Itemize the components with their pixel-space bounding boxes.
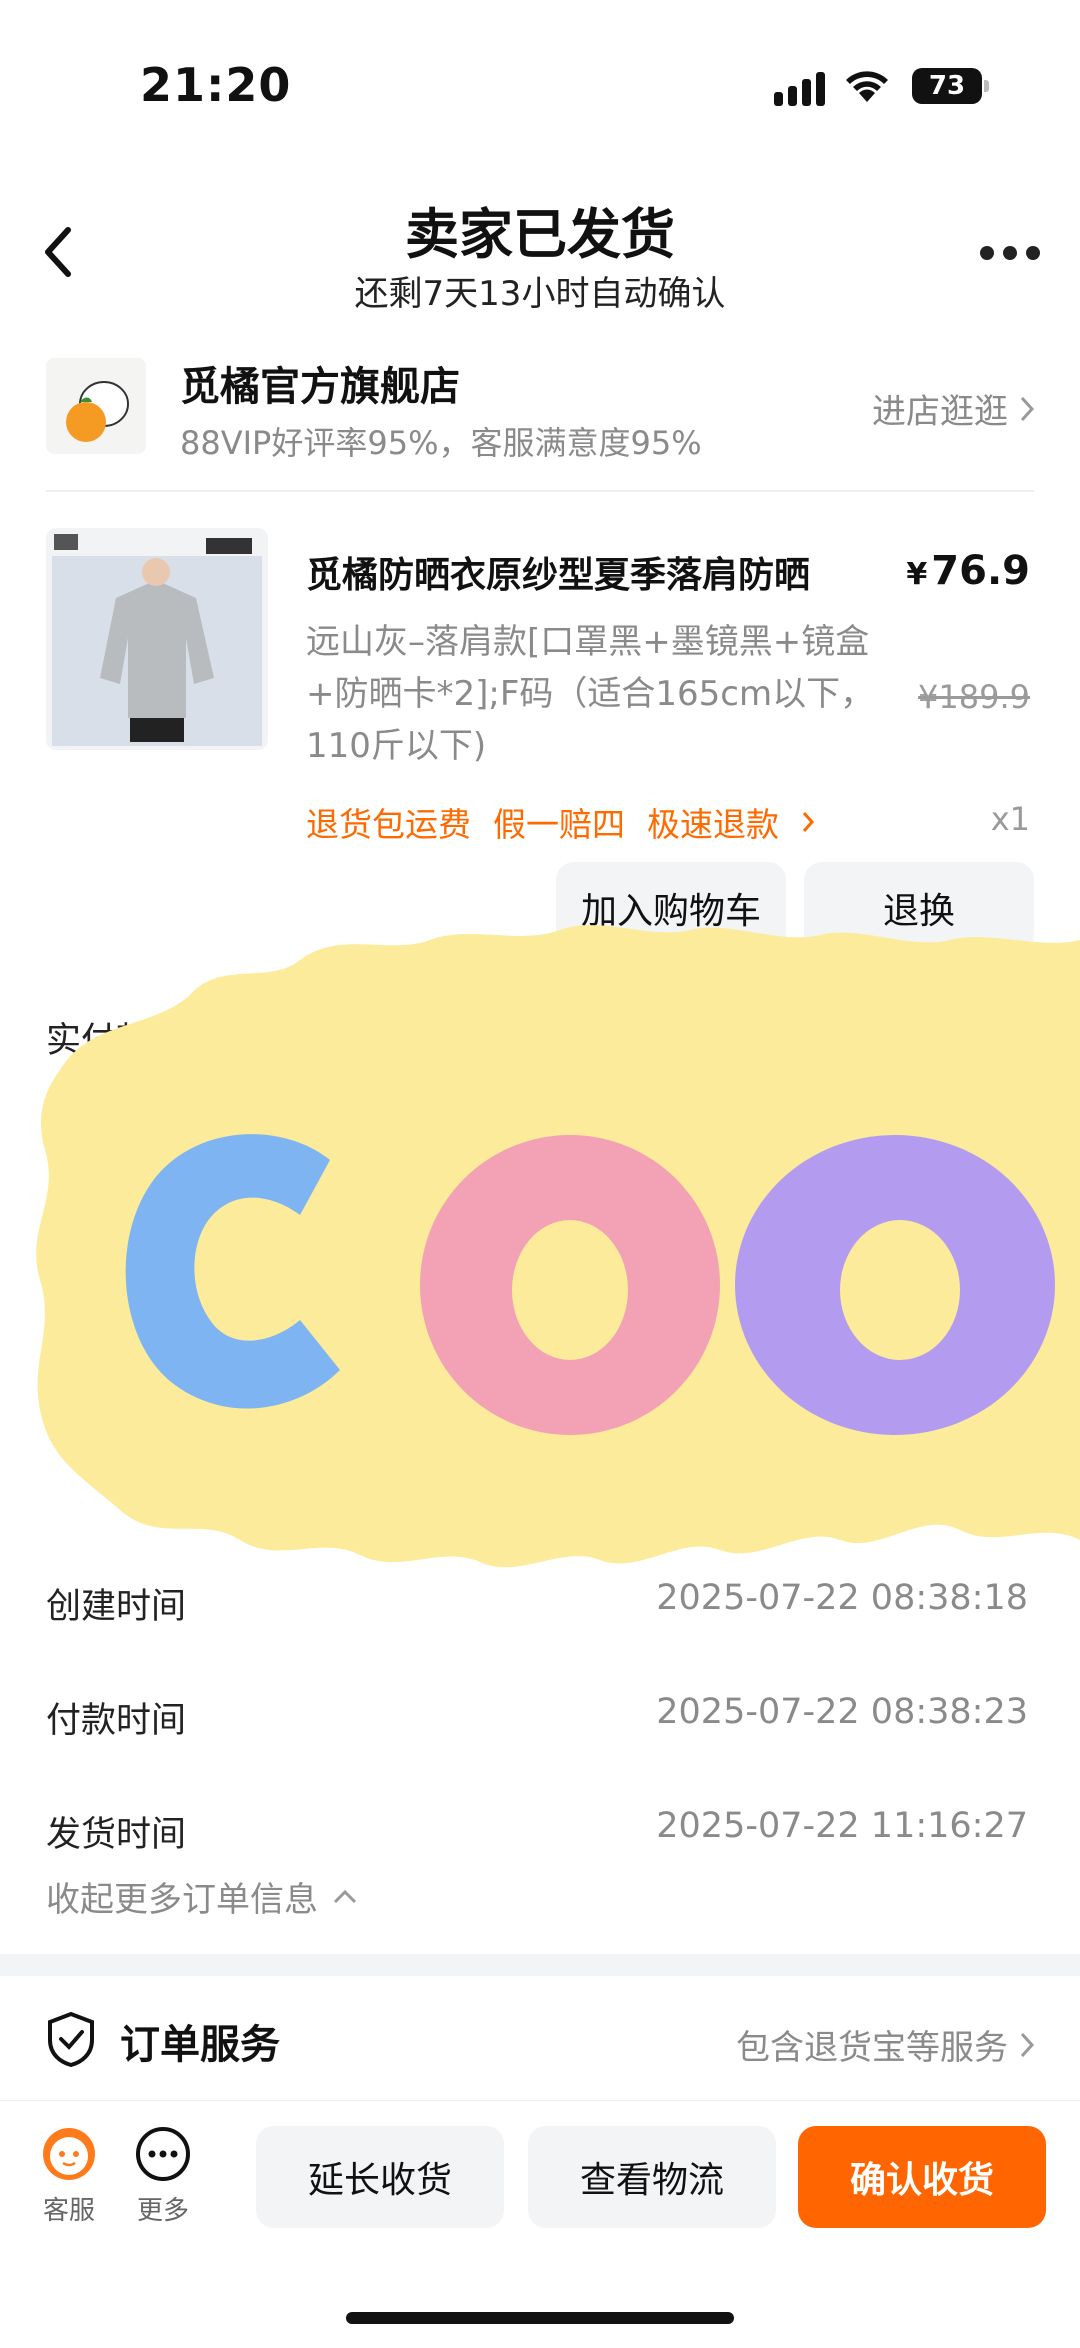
product-image[interactable] [46,528,268,750]
battery-indicator: 73 [912,68,989,104]
product-quantity: x1 [990,800,1030,838]
created-time-value: 2025-07-22 08:38:18 [656,1578,1028,1618]
store-rating: 88VIP好评率95%，客服满意度95% [180,424,702,462]
view-logistics-button[interactable]: 查看物流 [528,2126,776,2228]
paid-amount-text: 实付款 [46,1021,152,1061]
paid-amount-label[interactable]: 实付款 [46,1012,194,1063]
currency-symbol: ¥ [906,557,928,592]
orange-mascot-icon [66,381,129,442]
chevron-right-icon [802,812,815,832]
service-tags[interactable]: 退货包运费 假一赔四 极速退款 [306,798,815,846]
order-service-link[interactable]: 包含退货宝等服务 [736,2020,1036,2069]
visit-store-label: 进店逛逛 [872,392,1008,432]
chevron-right-icon [1020,396,1035,421]
visit-store-link[interactable]: 进店逛逛 [872,384,1036,433]
cellular-signal-icon [774,70,828,106]
shield-check-icon [48,2011,94,2068]
confirm-receipt-button[interactable]: 确认收货 [798,2126,1046,2228]
auto-confirm-countdown: 还剩7天13小时自动确认 [354,274,726,314]
paid-time-label: 付款时间 [46,1701,187,1741]
price-value: 76.9 [931,548,1030,594]
divider [46,490,1034,492]
more-icon [136,2127,190,2181]
tag-fake-compensation: 假一赔四 [493,805,625,844]
customer-service-icon [43,2128,95,2180]
created-time-label: 创建时间 [46,1587,187,1627]
paid-time-value: 2025-07-22 08:38:23 [656,1692,1028,1732]
tag-free-return: 退货包运费 [306,805,471,844]
coo-sticker-overlay [36,925,1080,1568]
more-button[interactable]: 更多 [128,2124,198,2227]
original-price: ¥189.9 [918,678,1030,716]
chevron-down-icon [172,1037,193,1051]
order-service-link-label: 包含退货宝等服务 [736,2028,1008,2068]
shipped-time-value: 2025-07-22 11:16:27 [656,1806,1028,1846]
store-logo[interactable] [46,358,146,454]
customer-service-label: 客服 [42,2196,95,2226]
more-label: 更多 [136,2196,189,2226]
status-bar: 21:20 73 [0,0,1080,150]
shipped-time-label: 发货时间 [46,1815,187,1855]
collapse-label: 收起更多订单信息 [46,1880,318,1920]
tag-quick-refund: 极速退款 [647,805,779,844]
wifi-icon [846,71,888,102]
chevron-right-icon [1020,2032,1035,2057]
order-service-title: 订单服务 [120,2022,280,2068]
more-options-icon[interactable] [980,246,1040,260]
add-to-cart-button[interactable]: 加入购物车 [556,862,786,954]
product-title[interactable]: 觅橘防晒衣原纱型夏季落肩防晒 [306,546,886,598]
home-indicator[interactable] [346,2312,734,2324]
customer-service-button[interactable]: 客服 [34,2124,104,2227]
product-price: ¥76.9 [906,548,1030,594]
product-specs: 远山灰–落肩款[口罩黑+墨镜黑+镜盒+防晒卡*2];F码（适合165cm以下，1… [306,622,875,766]
status-time: 21:20 [140,58,292,112]
extend-receipt-button[interactable]: 延长收货 [256,2126,504,2228]
page-title: 卖家已发货 [405,203,675,266]
collapse-order-info-link[interactable]: 收起更多订单信息 [46,1872,358,1921]
section-divider [0,1954,1080,1976]
store-name[interactable]: 觅橘官方旗舰店 [180,354,460,412]
chevron-up-icon [333,1889,357,1903]
return-exchange-button[interactable]: 退换 [804,862,1034,954]
